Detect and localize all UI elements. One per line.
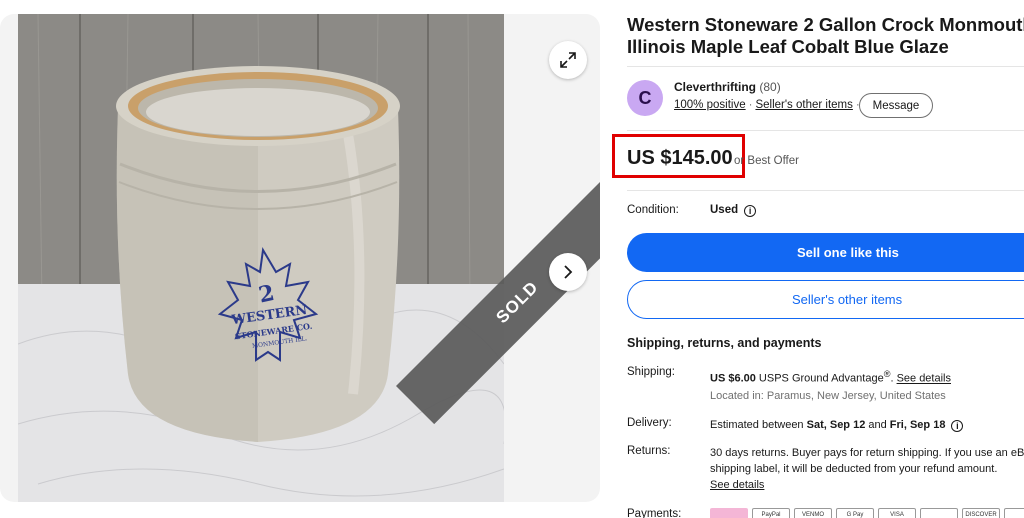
payment-badge-visa: VISA <box>878 508 916 518</box>
seller-card: C Cleverthrifting (80) 100% positive · Sel… <box>627 80 1024 120</box>
delivery-and: and <box>865 419 890 431</box>
condition-label: Condition: <box>627 204 679 216</box>
returns-text: 30 days returns. Buyer pays for return s… <box>710 447 1024 475</box>
returns-label: Returns: <box>627 445 671 457</box>
listing-title: Western Stoneware 2 Gallon Crock Monmout… <box>627 14 1024 57</box>
feedback-count: (80) <box>759 80 781 94</box>
item-price: US $145.00 <box>627 147 733 169</box>
shipping-method: USPS Ground Advantage <box>755 372 884 385</box>
seller-name[interactable]: Cleverthrifting <box>674 80 756 94</box>
divider <box>627 66 1024 67</box>
separator: · <box>748 99 753 111</box>
returns-see-details-link[interactable]: See details <box>710 479 764 491</box>
crock-image: 2 WESTERN STONEWARE CO. MONMOUTH ILL. <box>18 14 504 502</box>
shipping-value: US $6.00 USPS Ground Advantage®. See det… <box>710 366 1024 387</box>
item-location: Located in: Paramus, New Jersey, United … <box>710 390 946 402</box>
payment-methods: PayPal VENMO G Pay VISA DISCOVER <box>710 508 1024 518</box>
shipping-see-details-link[interactable]: See details <box>897 373 951 385</box>
image-gallery: 2 WESTERN STONEWARE CO. MONMOUTH ILL. SO… <box>0 14 600 502</box>
seller-other-items-link[interactable]: Seller's other items <box>755 99 852 111</box>
expand-icon <box>560 52 576 68</box>
chevron-right-icon <box>564 265 573 279</box>
delivery-label: Delivery: <box>627 417 672 429</box>
delivery-end: Fri, Sep 18 <box>889 419 946 431</box>
divider <box>627 130 1024 131</box>
message-button[interactable]: Message <box>859 93 933 118</box>
returns-details-row: See details <box>710 477 1024 493</box>
info-icon[interactable]: i <box>951 420 964 432</box>
payment-badge-klarna <box>710 508 748 518</box>
sellers-other-items-button[interactable]: Seller's other items <box>627 280 1024 319</box>
shipping-label: Shipping: <box>627 366 675 378</box>
next-image-button[interactable] <box>549 253 587 291</box>
delivery-prefix: Estimated between <box>710 419 807 431</box>
payment-badge-mastercard <box>920 508 958 518</box>
seller-name-line: Cleverthrifting (80) <box>674 80 781 94</box>
payments-label: Payments: <box>627 508 682 518</box>
expand-button[interactable] <box>549 41 587 79</box>
sell-one-like-this-button[interactable]: Sell one like this <box>627 233 1024 272</box>
shipping-section-heading: Shipping, returns, and payments <box>627 336 822 350</box>
seller-links: 100% positive · Seller's other items · <box>674 99 863 111</box>
payment-badge-paypal: PayPal <box>752 508 790 518</box>
shipping-price: US $6.00 <box>710 372 756 385</box>
positive-feedback-link[interactable]: 100% positive <box>674 99 746 111</box>
payment-badge-discover: DISCOVER <box>962 508 1000 518</box>
item-photo[interactable]: 2 WESTERN STONEWARE CO. MONMOUTH ILL. <box>18 14 504 502</box>
seller-avatar[interactable]: C <box>627 80 663 116</box>
payment-badge-venmo: VENMO <box>794 508 832 518</box>
condition-text: Used <box>710 204 739 216</box>
delivery-value: Estimated between Sat, Sep 12 and Fri, S… <box>710 417 1024 433</box>
info-icon[interactable]: i <box>744 205 757 217</box>
divider <box>627 190 1024 191</box>
best-offer-text: or Best Offer <box>734 155 799 167</box>
delivery-start: Sat, Sep 12 <box>806 419 866 431</box>
condition-value: Used i <box>710 204 757 217</box>
payment-badge-gpay: G Pay <box>836 508 874 518</box>
payment-badge-other <box>1004 508 1024 518</box>
